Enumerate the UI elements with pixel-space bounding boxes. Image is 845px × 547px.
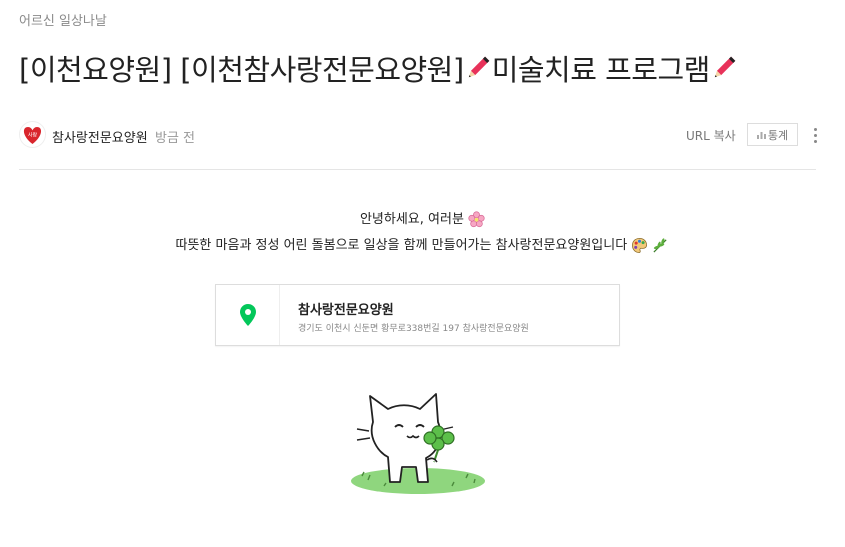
- stats-icon: [756, 132, 766, 139]
- herb-icon: [653, 238, 668, 253]
- cherry-blossom-icon: [468, 211, 485, 228]
- author-bar: 사랑 참사랑전문요양원 방금 전 URL 복사 통계: [19, 120, 817, 150]
- place-pin-box: [216, 285, 280, 345]
- divider: [19, 169, 816, 170]
- cat-clover-sticker: [351, 393, 485, 494]
- map-pin-icon: [239, 304, 256, 326]
- intro-paragraph: 따뜻한 마음과 정성 어린 돌봄으로 일상을 함께 만들어가는 참사랑전문요양원…: [0, 234, 845, 254]
- greeting-paragraph: 안녕하세요, 여러분: [0, 208, 845, 228]
- post-title-text-2: 미술치료 프로그램: [491, 53, 711, 87]
- palette-icon: [632, 238, 648, 253]
- post-title: [이천요양원] [이천참사랑전문요양원] 미술치료 프로그램: [19, 47, 738, 89]
- category-link[interactable]: 어르신 일상나날: [19, 10, 107, 29]
- intro-text: 따뜻한 마음과 정성 어린 돌봄으로 일상을 함께 만들어가는 참사랑전문요양원…: [175, 238, 628, 253]
- place-card[interactable]: 참사랑전문요양원 경기도 이천시 신둔면 황무로338번길 197 참사랑전문요…: [215, 284, 620, 346]
- author-name[interactable]: 참사랑전문요양원: [52, 127, 148, 146]
- place-address: 경기도 이천시 신둔면 황무로338번길 197 참사랑전문요양원: [298, 324, 529, 334]
- url-copy-button[interactable]: URL 복사: [686, 127, 736, 144]
- stats-button[interactable]: 통계: [747, 123, 798, 146]
- stats-label: 통계: [767, 128, 789, 142]
- pencil-icon: [468, 56, 490, 78]
- svg-text:사랑: 사랑: [28, 132, 38, 139]
- greeting-text: 안녕하세요, 여러분: [359, 212, 464, 227]
- post-title-text-1: [이천요양원] [이천참사랑전문요양원]: [19, 53, 464, 87]
- pencil-icon: [714, 56, 736, 78]
- post-time: 방금 전: [155, 131, 196, 146]
- place-name: 참사랑전문요양원: [298, 303, 394, 318]
- more-menu-icon[interactable]: [809, 123, 821, 147]
- avatar[interactable]: 사랑: [19, 121, 46, 148]
